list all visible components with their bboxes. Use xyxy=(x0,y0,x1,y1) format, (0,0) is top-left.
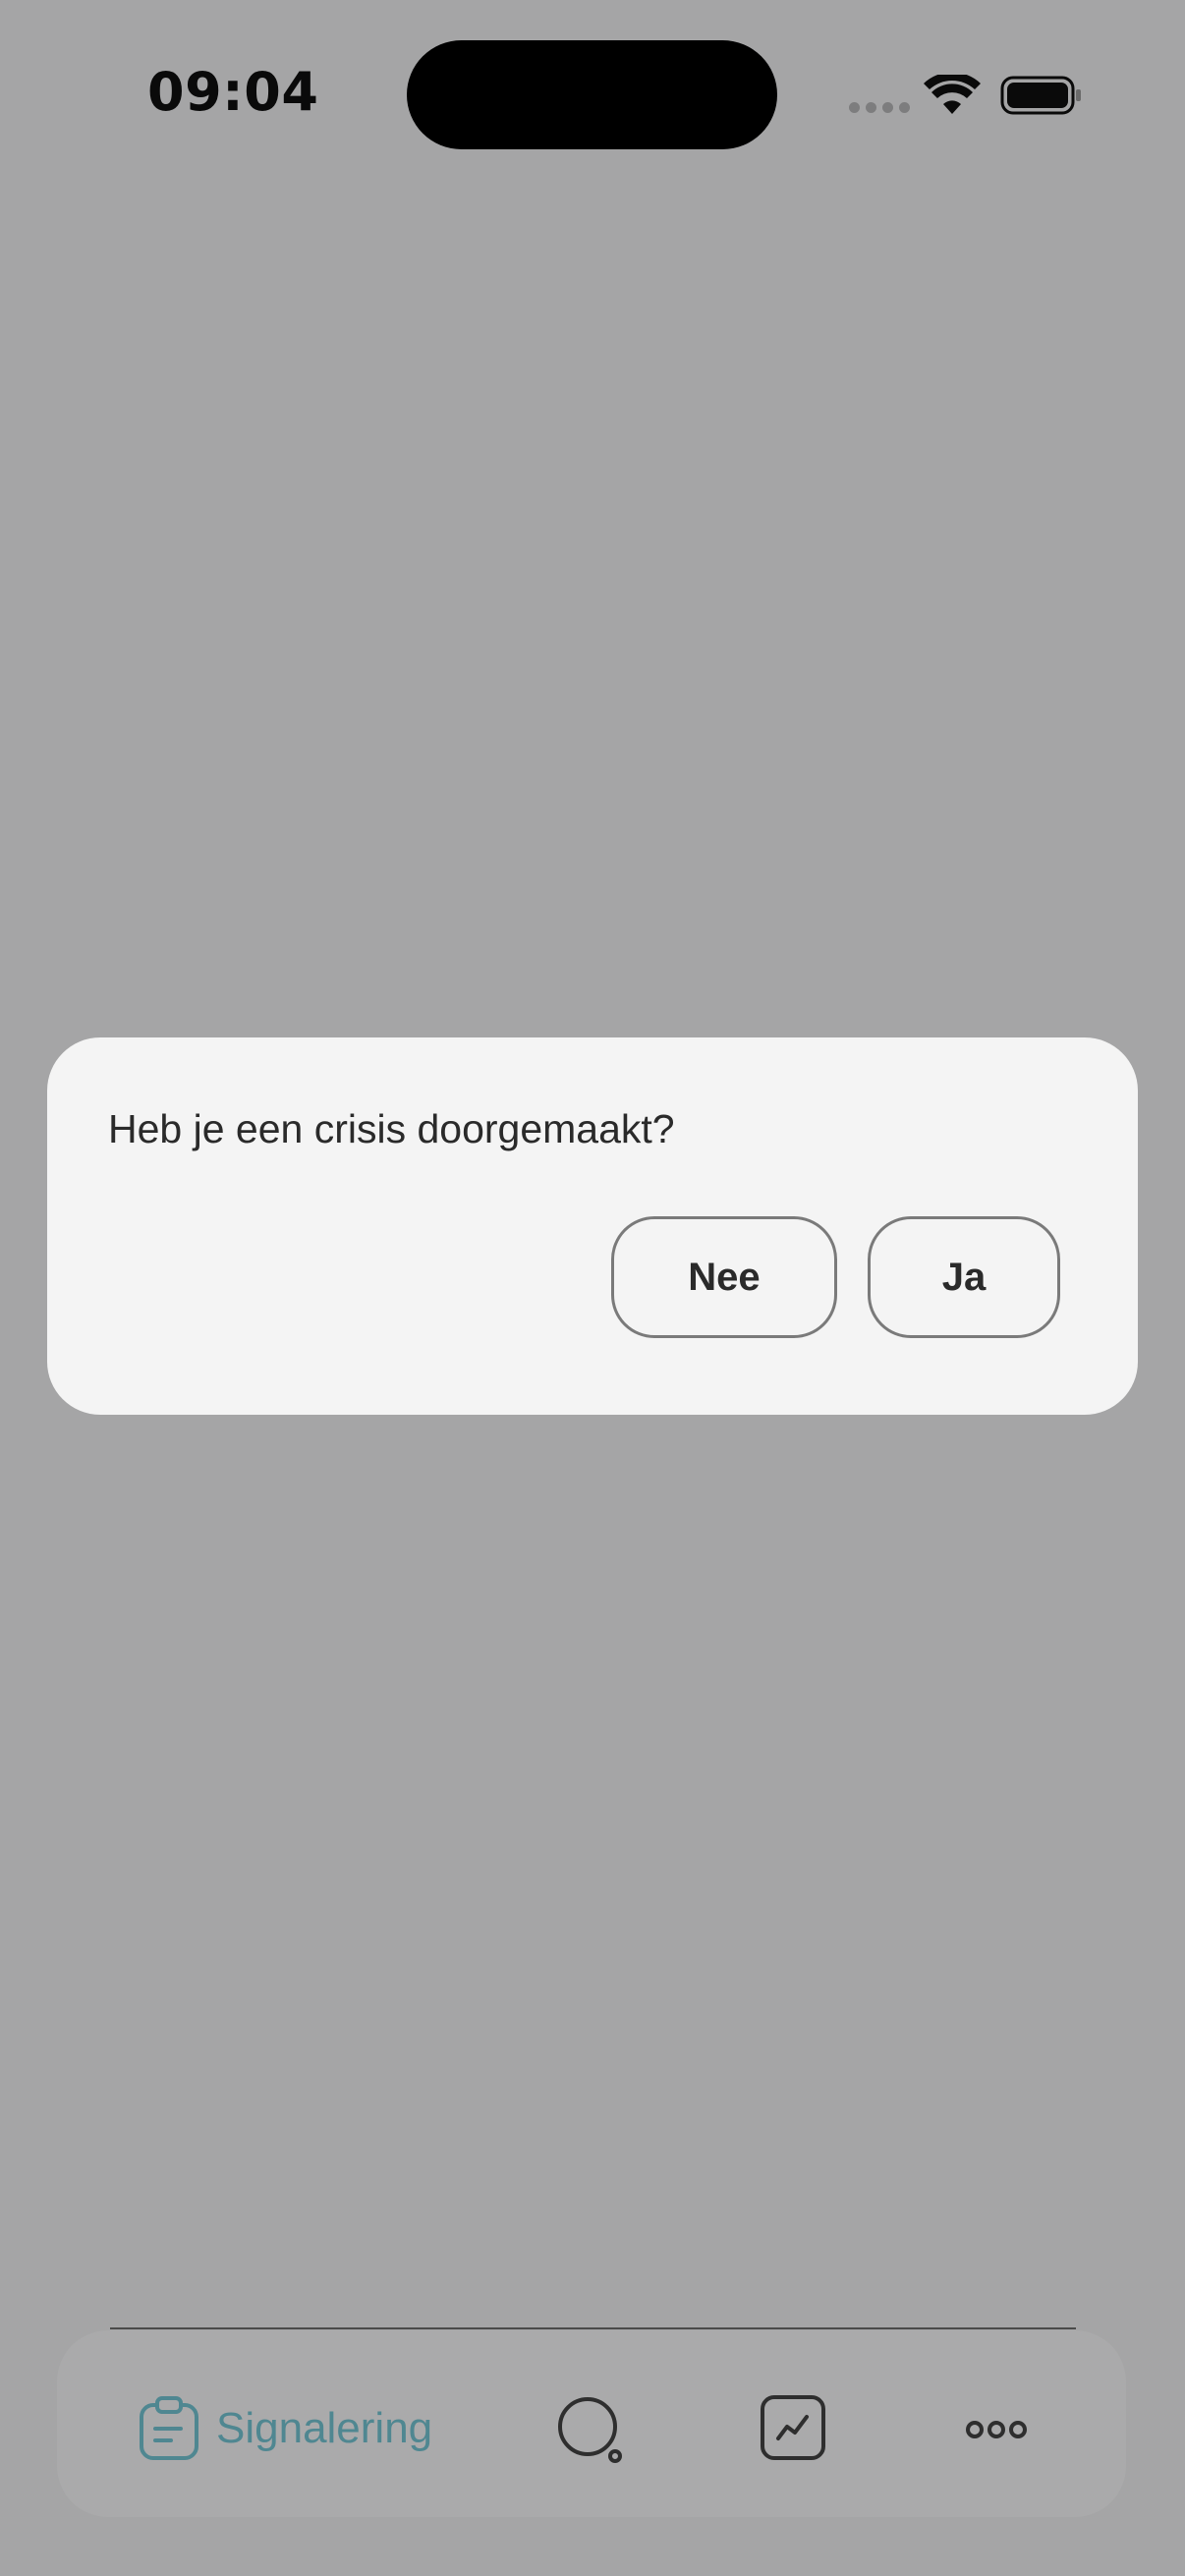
no-button[interactable]: Nee xyxy=(611,1216,837,1338)
more-icon[interactable] xyxy=(965,2419,1028,2440)
tab-bar-divider xyxy=(110,2327,1076,2329)
crisis-dialog: Heb je een crisis doorgemaakt? Nee Ja xyxy=(47,1037,1138,1415)
dialog-question: Heb je een crisis doorgemaakt? xyxy=(108,1106,675,1151)
search-icon[interactable] xyxy=(556,2395,625,2464)
screen: 09:04 Heb je een crisis doorgemaakt? Nee… xyxy=(0,0,1185,2576)
wifi-icon xyxy=(924,75,981,114)
dynamic-island xyxy=(407,40,777,149)
battery-icon xyxy=(1000,76,1081,115)
chart-icon[interactable] xyxy=(759,2393,827,2462)
clipboard-icon xyxy=(140,2396,198,2460)
yes-button[interactable]: Ja xyxy=(868,1216,1060,1338)
tab-signalering-label: Signalering xyxy=(216,2404,433,2452)
cellular-signal-icon xyxy=(849,102,910,113)
status-time: 09:04 xyxy=(147,61,319,123)
tab-signalering[interactable]: Signalering xyxy=(138,2395,432,2462)
tab-bar: Signalering xyxy=(57,2330,1126,2517)
